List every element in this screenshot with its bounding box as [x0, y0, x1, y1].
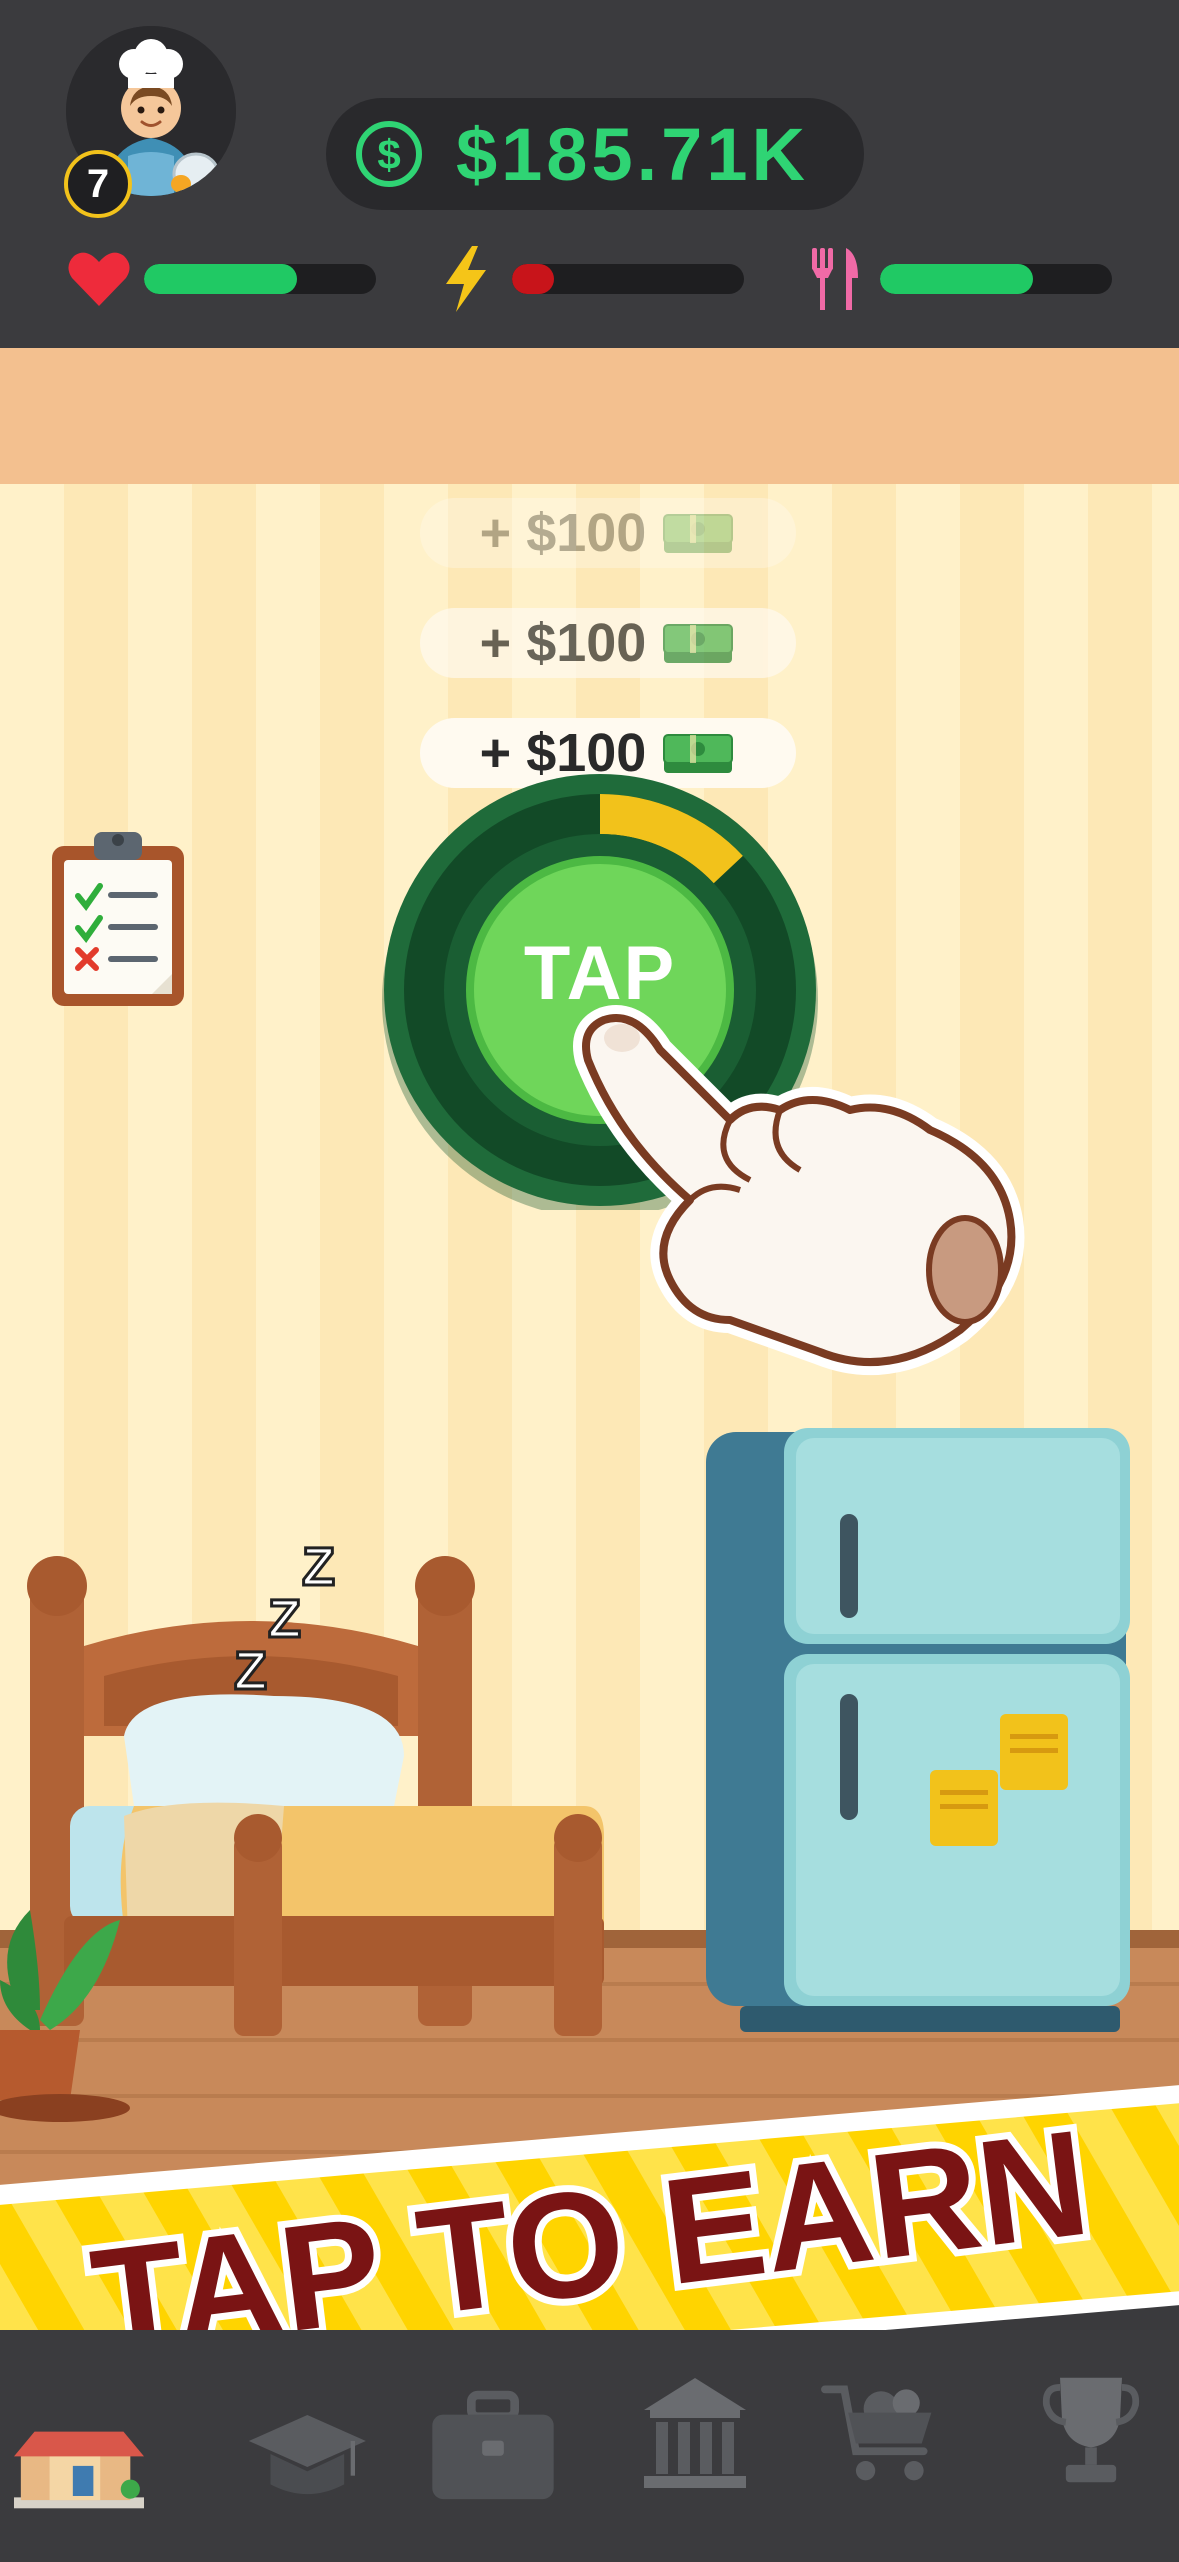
bottom-nav [0, 2330, 1179, 2562]
header: 7 $ $185.71K [0, 0, 1179, 348]
fork-knife-icon [812, 248, 858, 310]
sleep-z: Z [233, 1640, 269, 1703]
reward-popup: + $100 [420, 608, 796, 678]
game-screen: 7 $ $185.71K + $100 + $100 + $100 TAP Z … [0, 0, 1179, 2562]
cash-stack-icon [663, 514, 734, 553]
pointing-hand-icon [573, 1005, 1025, 1375]
reward-label: + $100 [479, 503, 647, 563]
lightning-icon [446, 246, 486, 312]
food-bar [880, 264, 1112, 294]
money-amount: $185.71K [456, 112, 809, 196]
food-bar-fill [880, 264, 1034, 294]
sleep-z: Z [301, 1536, 337, 1599]
money-display: $ $185.71K [326, 98, 864, 210]
level-badge: 7 [64, 150, 132, 218]
ceiling [0, 348, 1179, 484]
task-clipboard-icon[interactable] [48, 826, 188, 1010]
reward-label: + $100 [479, 613, 647, 673]
bank-icon[interactable] [630, 2374, 760, 2494]
cash-stack-icon [663, 624, 734, 663]
sleep-z: Z [267, 1588, 303, 1651]
health-bar [144, 264, 376, 294]
health-bar-fill [144, 264, 298, 294]
house-icon[interactable] [14, 2410, 144, 2530]
shopping-cart-icon[interactable] [818, 2370, 948, 2490]
reward-popup: + $100 [420, 498, 796, 568]
fridge[interactable] [706, 1428, 1132, 2040]
graduation-cap-icon[interactable] [238, 2394, 368, 2514]
briefcase-icon[interactable] [428, 2386, 558, 2506]
energy-bar-fill [512, 264, 554, 294]
dollar-coin-icon: $ [356, 121, 422, 187]
trophy-icon[interactable] [1026, 2370, 1156, 2490]
energy-bar [512, 264, 744, 294]
svg-text:$: $ [377, 131, 400, 178]
heart-icon [68, 252, 130, 306]
